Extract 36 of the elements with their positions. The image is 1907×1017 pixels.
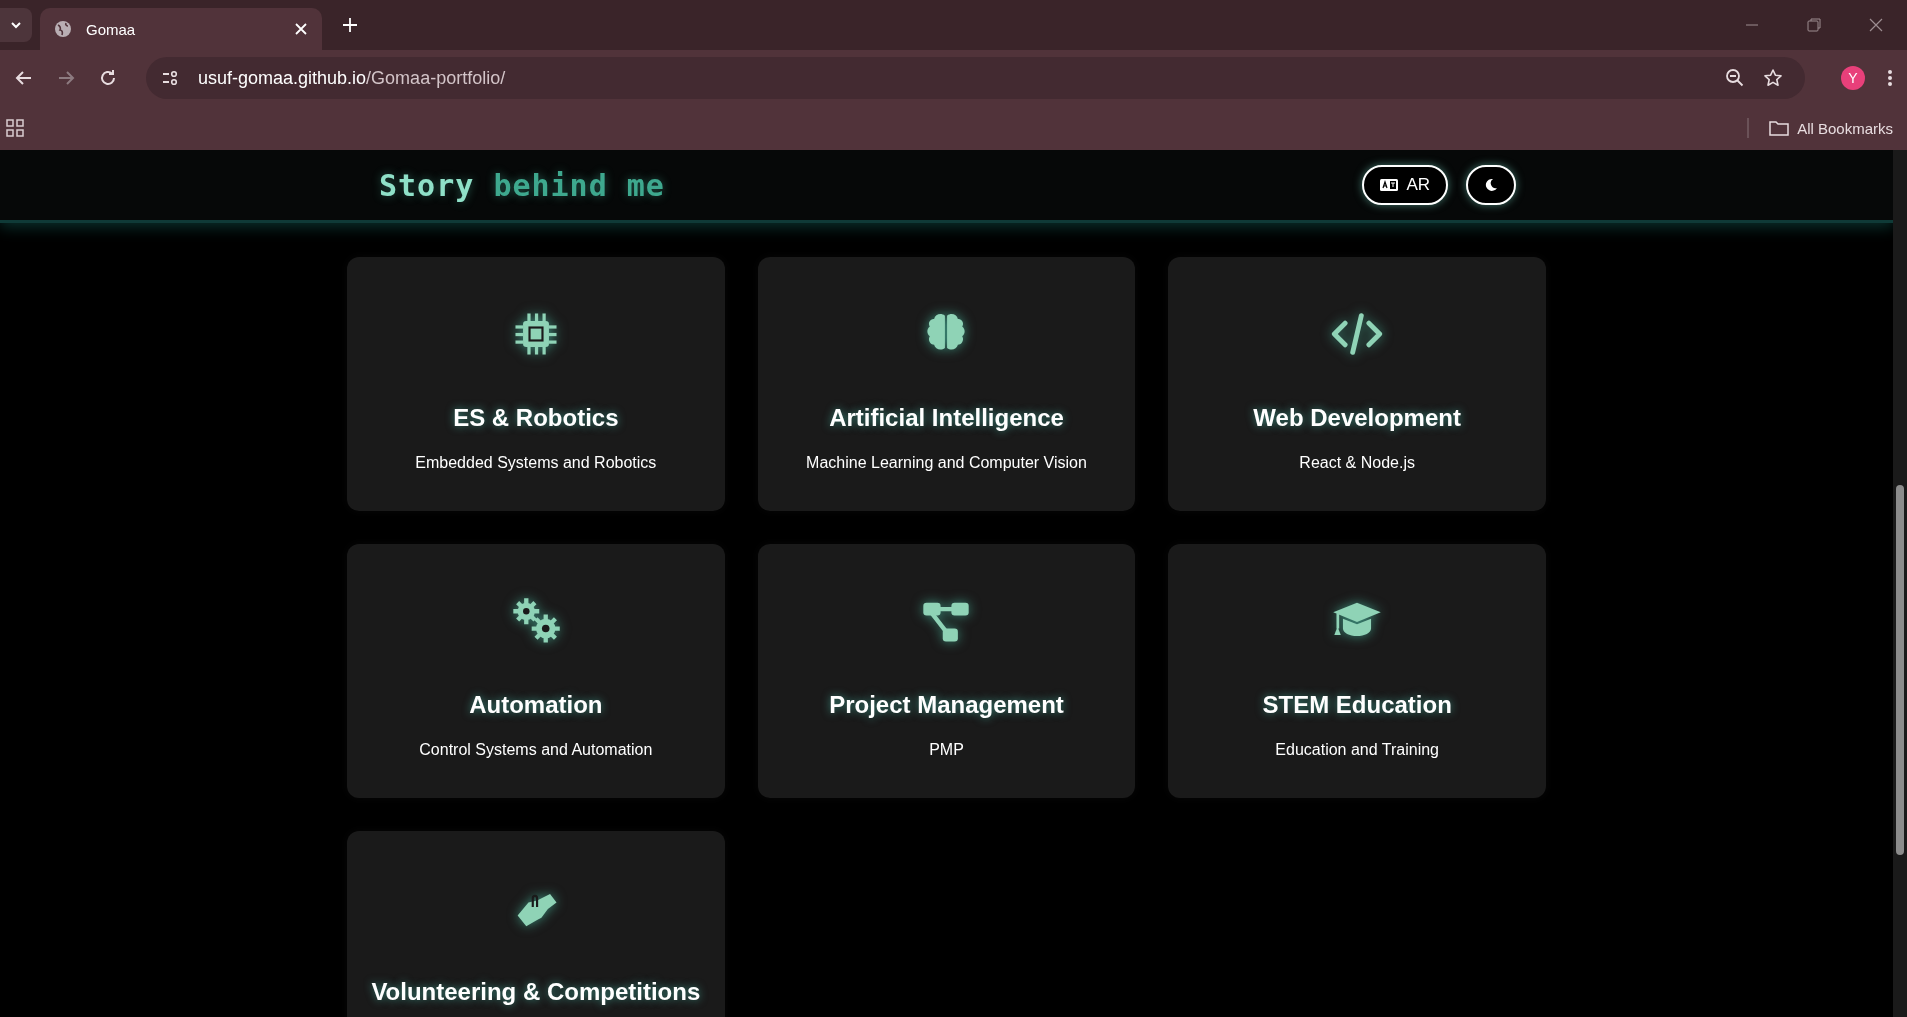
- globe-icon: [54, 20, 72, 38]
- browser-tab[interactable]: Gomaa: [40, 8, 322, 50]
- menu-icon[interactable]: [1887, 68, 1893, 88]
- new-tab-icon[interactable]: [342, 17, 358, 33]
- language-button[interactable]: AR: [1362, 165, 1448, 205]
- close-icon[interactable]: [1868, 17, 1884, 33]
- card-title: STEM Education: [1262, 691, 1452, 719]
- scrollbar[interactable]: [1893, 150, 1907, 1017]
- theme-toggle-button[interactable]: [1466, 165, 1516, 205]
- translate-icon: [1380, 179, 1399, 191]
- card-title: Volunteering & Competitions: [371, 978, 701, 1006]
- all-bookmarks-button[interactable]: All Bookmarks: [1769, 119, 1893, 137]
- tab-list-button[interactable]: [0, 8, 32, 42]
- card-description: Control Systems and Automation: [419, 741, 653, 759]
- card-description: Embedded Systems and Robotics: [415, 454, 657, 472]
- card-title: ES & Robotics: [453, 404, 619, 432]
- card-title: Web Development: [1253, 404, 1461, 432]
- card-title: Project Management: [829, 691, 1064, 719]
- moon-icon: [1484, 178, 1498, 192]
- card-title: Automation: [469, 691, 603, 719]
- restore-icon[interactable]: [1806, 17, 1822, 33]
- site-title: Story behind me: [379, 167, 665, 203]
- card-description: Machine Learning and Computer Vision: [806, 454, 1087, 472]
- apps-icon[interactable]: [6, 119, 24, 137]
- site-settings-icon[interactable]: [160, 68, 180, 88]
- star-icon[interactable]: [1763, 68, 1783, 88]
- zoom-out-icon[interactable]: [1725, 68, 1745, 88]
- card-title: Artificial Intelligence: [829, 404, 1064, 432]
- card-description: Education and Training: [1275, 741, 1439, 759]
- address-bar[interactable]: usuf-gomaa.github.io/Gomaa-portfolio/: [146, 57, 1805, 99]
- folder-icon: [1769, 120, 1790, 136]
- reload-icon[interactable]: [98, 68, 118, 88]
- profile-avatar[interactable]: Y: [1841, 66, 1865, 90]
- scrollbar-thumb[interactable]: [1896, 485, 1904, 855]
- card-description: React & Node.js: [1299, 454, 1415, 472]
- card-description: PMP: [929, 741, 964, 759]
